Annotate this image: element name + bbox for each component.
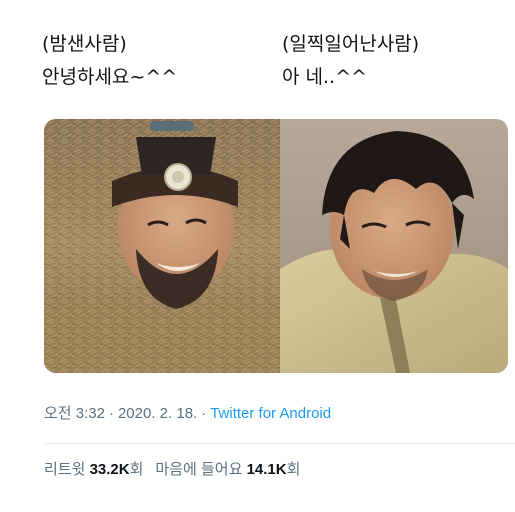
caption-left: (밤샌사람) 안녕하세요~^^ <box>42 28 177 94</box>
retweets-label: 리트윗 <box>44 461 86 478</box>
caption-right-role: (일찍일어난사람) <box>282 33 420 55</box>
caption-right: (일찍일어난사람) 아 네..^^ <box>282 28 419 94</box>
left-panel <box>44 119 280 373</box>
separator: · <box>108 405 114 422</box>
caption-right-speech: 아 네..^^ <box>282 66 367 88</box>
tweet-photo[interactable] <box>44 119 508 373</box>
caption-left-role: (밤샌사람) <box>42 33 127 55</box>
likes-label: 마음에 들어요 <box>155 461 243 478</box>
caption-left-speech: 안녕하세요~^^ <box>42 66 178 88</box>
tweet-client-link[interactable]: Twitter for Android <box>210 405 331 422</box>
likes-count: 14.1K <box>246 461 287 478</box>
retweets-unit: 회 <box>129 461 144 478</box>
separator: · <box>201 405 207 422</box>
tweet-time[interactable]: 오전 3:32 <box>44 405 105 422</box>
likes-stat[interactable]: 마음에 들어요 14.1K회 <box>155 461 300 478</box>
tweet-stats: 리트윗 33.2K회 마음에 들어요 14.1K회 <box>44 458 300 479</box>
right-panel <box>280 119 508 373</box>
retweets-count: 33.2K <box>89 461 130 478</box>
divider <box>44 443 515 444</box>
retweets-stat[interactable]: 리트윗 33.2K회 <box>44 461 143 478</box>
likes-unit: 회 <box>286 461 301 478</box>
tweet-meta: 오전 3:32 · 2020. 2. 18. · Twitter for Android <box>44 402 331 423</box>
tweet-date[interactable]: 2020. 2. 18. <box>118 405 197 422</box>
